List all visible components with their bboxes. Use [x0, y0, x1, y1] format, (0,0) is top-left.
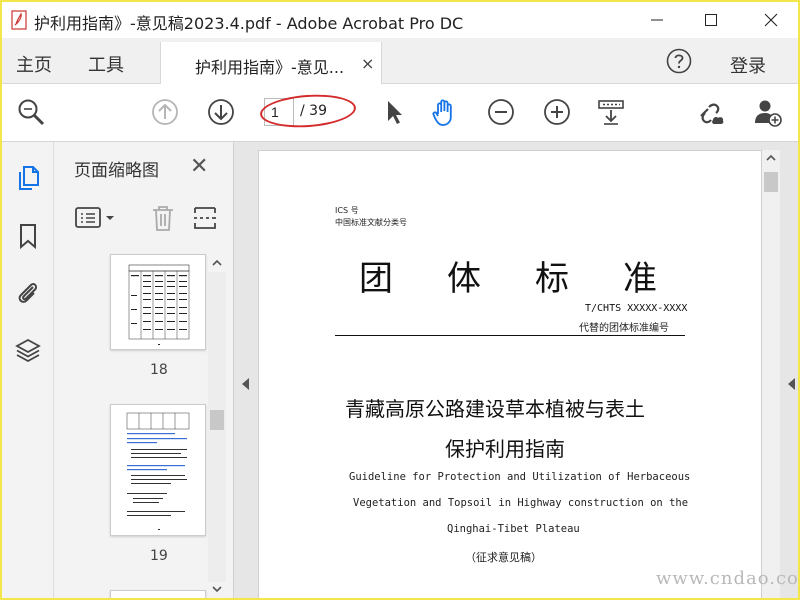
acrobat-window: 护利用指南》-意见稿2023.4.pdf - Adobe Acrobat Pro…	[2, 2, 798, 598]
expand-right-panel-icon[interactable]	[788, 378, 795, 390]
maximize-icon	[705, 14, 717, 26]
document-view: ICS 号 中国标准文献分类号 团 体 标 准 T/CHTS XXXXX-XXX…	[234, 142, 798, 598]
doc-title-line-1: 青藏高原公路建设草本植被与表土	[345, 397, 645, 421]
zoom-out-icon[interactable]	[486, 97, 516, 127]
hand-tool-icon[interactable]	[430, 97, 460, 127]
tab-document[interactable]: 护利用指南》-意见... ×	[160, 42, 382, 85]
replaced-standard: 代替的团体标准编号	[579, 323, 669, 334]
watermark: www.cndao.com	[656, 568, 798, 589]
bookmark-icon[interactable]	[14, 222, 42, 250]
thumbnail-page-20[interactable]	[110, 590, 206, 598]
heading-char-1: 团	[359, 259, 393, 299]
zoom-search-icon[interactable]	[16, 97, 46, 127]
doc-title-line-2: 保护利用指南	[445, 437, 565, 461]
chevron-up-icon	[212, 259, 222, 266]
extract-page-icon[interactable]	[192, 204, 218, 232]
sign-in-link[interactable]: 登录	[730, 52, 766, 78]
window-title: 护利用指南》-意见稿2023.4.pdf - Adobe Acrobat Pro…	[34, 14, 464, 33]
page-18-preview	[128, 264, 190, 345]
chevron-down-icon	[212, 586, 222, 593]
maximize-button[interactable]	[688, 2, 734, 38]
chevron-up-icon[interactable]	[762, 150, 780, 166]
pdf-file-icon	[11, 10, 27, 30]
thumbnail-tools	[54, 194, 234, 244]
page-19-preview	[126, 412, 190, 530]
layers-icon[interactable]	[14, 336, 42, 364]
thumb-scroll-down[interactable]	[208, 582, 226, 598]
tab-bar: 主页 工具 护利用指南》-意见... × 登录	[2, 38, 798, 85]
next-page-icon[interactable]	[206, 97, 236, 127]
zoom-in-icon[interactable]	[542, 97, 572, 127]
thumbnail-page-18[interactable]	[110, 254, 206, 350]
share-link-icon[interactable]	[696, 97, 726, 127]
tab-home[interactable]: 主页	[16, 51, 52, 77]
page-display-icon[interactable]	[596, 97, 626, 127]
document-scrollbar[interactable]	[762, 150, 780, 598]
thumb-scroll-up[interactable]	[208, 254, 226, 272]
delete-icon	[153, 206, 173, 231]
english-title-line-2: Vegetation and Topsoil in Highway constr…	[353, 497, 689, 509]
panel-title: 页面缩略图	[74, 161, 159, 181]
ics-label: ICS 号	[335, 206, 359, 215]
previous-page-icon[interactable]	[150, 97, 180, 127]
options-menu-icon[interactable]	[74, 206, 118, 230]
divider-line	[335, 335, 685, 336]
english-title-line-1: Guideline for Protection and Utilization…	[349, 471, 691, 483]
close-window-button[interactable]	[748, 2, 794, 38]
close-panel-button[interactable]: ✕	[190, 154, 208, 179]
add-user-icon[interactable]	[752, 97, 782, 127]
draft-note: （征求意见稿）	[465, 551, 542, 564]
standard-code: T/CHTS XXXXX-XXXX	[585, 303, 688, 314]
heading-char-2: 体	[447, 259, 481, 299]
thumbnail-label-19: 19	[150, 548, 168, 564]
document-tab-label: 护利用指南》-意见...	[195, 58, 345, 77]
close-tab-button[interactable]: ×	[361, 54, 374, 73]
select-pointer-icon[interactable]	[380, 97, 410, 127]
tab-tools[interactable]: 工具	[88, 51, 124, 77]
english-title-line-3: Qinghai-Tibet Plateau	[447, 523, 580, 535]
attachment-icon[interactable]	[14, 278, 42, 306]
thumbnail-label-18: 18	[150, 362, 168, 378]
thumb-scroll-thumb[interactable]	[210, 410, 224, 430]
toolbar: / 39	[2, 84, 798, 142]
minimize-icon	[651, 19, 663, 21]
heading-char-3: 标	[535, 259, 569, 299]
help-icon[interactable]	[666, 48, 692, 74]
thumbnail-page-19[interactable]	[110, 404, 206, 536]
close-icon	[764, 13, 778, 27]
pdf-page: ICS 号 中国标准文献分类号 团 体 标 准 T/CHTS XXXXX-XXX…	[258, 150, 762, 598]
page-thumbnails-icon[interactable]	[14, 164, 42, 192]
thumbnails-panel: 页面缩略图 ✕ 18 19	[54, 142, 234, 598]
classification-label: 中国标准文献分类号	[335, 218, 407, 227]
collapse-left-panel-icon[interactable]	[242, 378, 249, 390]
heading-char-4: 准	[623, 259, 657, 299]
left-rail	[2, 142, 54, 598]
document-scroll-thumb[interactable]	[764, 172, 778, 192]
minimize-button[interactable]	[634, 2, 680, 38]
title-bar: 护利用指南》-意见稿2023.4.pdf - Adobe Acrobat Pro…	[2, 2, 798, 38]
